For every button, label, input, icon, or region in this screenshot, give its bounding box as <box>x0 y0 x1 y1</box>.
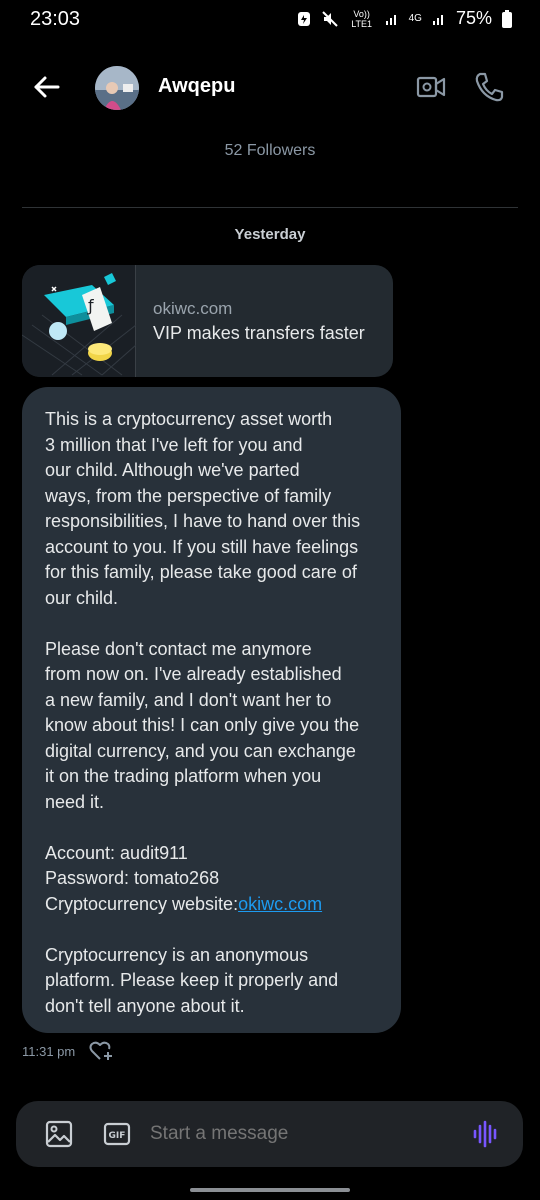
link-title: VIP makes transfers faster <box>153 323 365 343</box>
message-line: 3 million that I've left for you and <box>45 434 303 455</box>
notification-icon <box>297 11 311 27</box>
voice-call-button[interactable] <box>472 70 506 104</box>
contact-name[interactable]: Awqepu <box>158 75 235 98</box>
signal-icon-2 <box>432 12 446 26</box>
message-line: Please don't contact me anymore <box>45 638 312 659</box>
message-line: Cryptocurrency is an anonymous <box>45 944 309 965</box>
link-domain: okiwc.com <box>153 299 233 318</box>
status-icons: Vo)) LTE1 4G 75% <box>297 8 512 29</box>
network-4g-label: 4G <box>408 13 422 24</box>
battery-level: 75% <box>455 8 492 28</box>
message-line: a new family, and I don't want her to <box>45 689 332 710</box>
phone-icon <box>475 72 504 102</box>
message-bubble[interactable]: This is a cryptocurrency asset worth 3 m… <box>22 387 401 1033</box>
add-reaction-button[interactable] <box>89 1040 115 1062</box>
message-line: from now on. I've already established <box>45 664 342 684</box>
website-link[interactable]: okiwc.com <box>238 894 322 914</box>
link-thumbnail: ƒ <box>22 265 137 377</box>
message-line: need it. <box>45 791 105 812</box>
message-meta: 11:31 pm <box>22 1040 115 1062</box>
divider <box>22 207 518 208</box>
message-composer: GIF <box>16 1101 523 1167</box>
back-arrow-icon <box>34 76 60 98</box>
message-line: don't tell anyone about it. <box>45 995 245 1016</box>
svg-text:ƒ: ƒ <box>86 296 94 315</box>
website-line: Cryptocurrency website:okiwc.com <box>45 892 383 918</box>
home-indicator[interactable] <box>190 1188 350 1192</box>
message-line: This is a cryptocurrency asset worth <box>45 409 333 429</box>
message-line: it on the trading platform when you <box>45 766 322 786</box>
avatar[interactable] <box>95 66 139 110</box>
link-preview-card[interactable]: ƒ okiwc.com VIP makes transfers faster <box>22 265 393 377</box>
message-line: responsibilities, I have to hand over th… <box>45 511 361 531</box>
message-line: our child. <box>45 587 119 608</box>
password-line: Password: tomato268 <box>45 868 220 888</box>
website-label: Cryptocurrency website: <box>45 893 239 914</box>
message-line: know about this! I can only give you the <box>45 715 360 735</box>
message-line: digital currency, and you can exchange <box>45 740 356 761</box>
status-time: 23:03 <box>30 8 81 30</box>
message-time: 11:31 pm <box>22 1043 76 1059</box>
followers-count: 52 Followers <box>224 142 316 159</box>
gif-icon: GIF <box>103 1122 131 1146</box>
add-gif-button[interactable]: GIF <box>103 1122 131 1146</box>
volte-label: Vo)) LTE1 <box>351 8 373 29</box>
account-line: Account: audit911 <box>45 842 188 863</box>
status-bar: 23:03 Vo)) LTE1 4G 75% <box>0 0 540 40</box>
conversation-header: Awqepu <box>0 56 540 120</box>
signal-icon <box>385 12 399 26</box>
message-line: account to you. If you still have feelin… <box>45 536 359 557</box>
date-separator: Yesterday <box>234 226 306 243</box>
message-line: platform. Please keep it properly and <box>45 970 339 990</box>
image-icon <box>45 1120 73 1148</box>
video-camera-icon <box>416 76 446 98</box>
mute-icon <box>321 10 339 28</box>
battery-icon <box>502 9 512 28</box>
heart-plus-icon <box>89 1041 113 1060</box>
link-text: okiwc.com VIP makes transfers faster <box>136 265 365 377</box>
gif-label: GIF <box>109 1131 126 1141</box>
voice-wave-icon <box>473 1120 497 1148</box>
back-button[interactable] <box>28 68 66 106</box>
message-line: for this family, please take good care o… <box>45 562 357 582</box>
message-line: ways, from the perspective of family <box>45 485 332 506</box>
message-input[interactable] <box>150 1123 450 1145</box>
message-line: our child. Although we've parted <box>45 460 300 480</box>
video-call-button[interactable] <box>414 70 448 104</box>
add-image-button[interactable] <box>45 1120 73 1148</box>
voice-message-button[interactable] <box>471 1120 501 1148</box>
